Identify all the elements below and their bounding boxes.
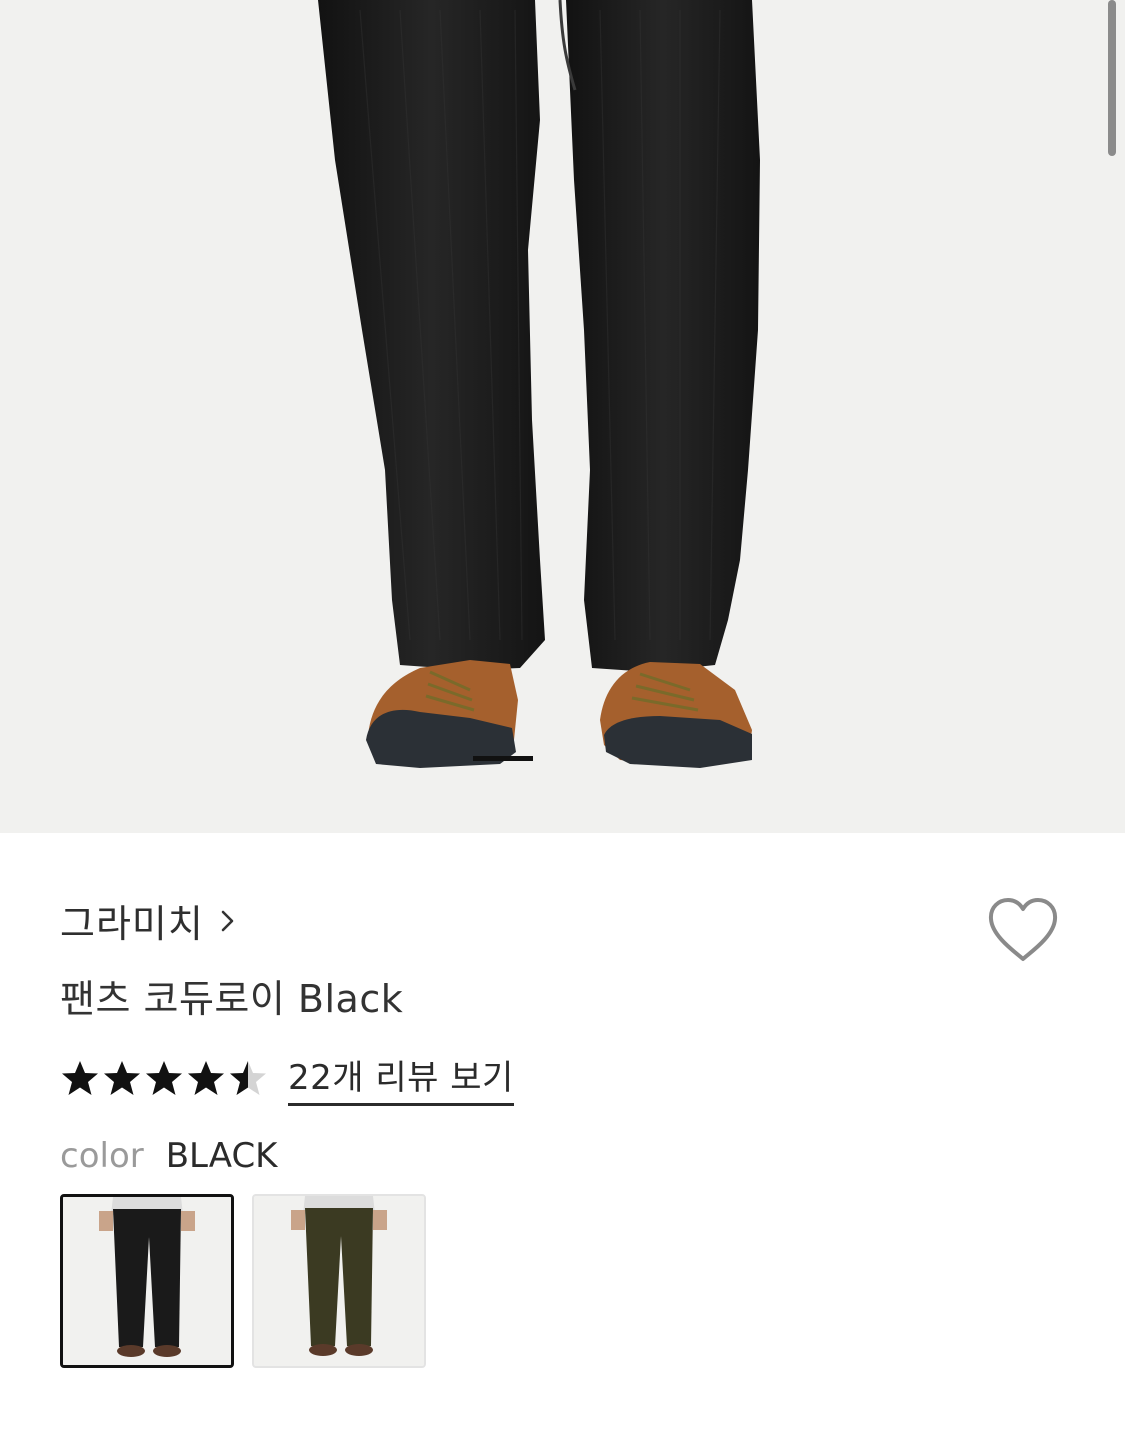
pager-dot-active[interactable]: [473, 756, 533, 761]
swatch-thumbnail: [63, 1197, 231, 1365]
heart-outline-icon[interactable]: [986, 895, 1060, 965]
product-detail-screen: 그라미치 팬츠 코듀로이 Black 22개 리뷰 보기 color BLACK: [0, 0, 1125, 1447]
color-swatch-list: [60, 1194, 426, 1368]
swatch-thumbnail: [254, 1196, 424, 1366]
rating-row: 22개 리뷰 보기: [60, 1050, 514, 1106]
rating-stars: [60, 1058, 268, 1098]
color-label: color: [60, 1136, 144, 1176]
star-icon: [146, 1061, 182, 1095]
product-image-carousel[interactable]: [0, 0, 1125, 833]
product-photo: [318, 0, 760, 768]
brand-link[interactable]: 그라미치: [60, 893, 236, 948]
brand-name: 그라미치: [60, 902, 204, 946]
color-row: color BLACK: [60, 1136, 277, 1176]
color-swatch-black[interactable]: [60, 1194, 234, 1368]
star-icon: [188, 1061, 224, 1095]
color-value: BLACK: [165, 1136, 278, 1176]
color-swatch-olive[interactable]: [252, 1194, 426, 1368]
star-half-icon: [230, 1061, 266, 1095]
carousel-pager: [473, 756, 533, 761]
reviews-link[interactable]: 22개 리뷰 보기: [288, 1050, 514, 1106]
scrollbar-thumb[interactable]: [1108, 0, 1116, 156]
chevron-right-icon: [221, 910, 234, 931]
star-icon: [104, 1061, 140, 1095]
product-title: 팬츠 코듀로이 Black: [60, 977, 404, 1021]
star-icon: [62, 1061, 98, 1095]
